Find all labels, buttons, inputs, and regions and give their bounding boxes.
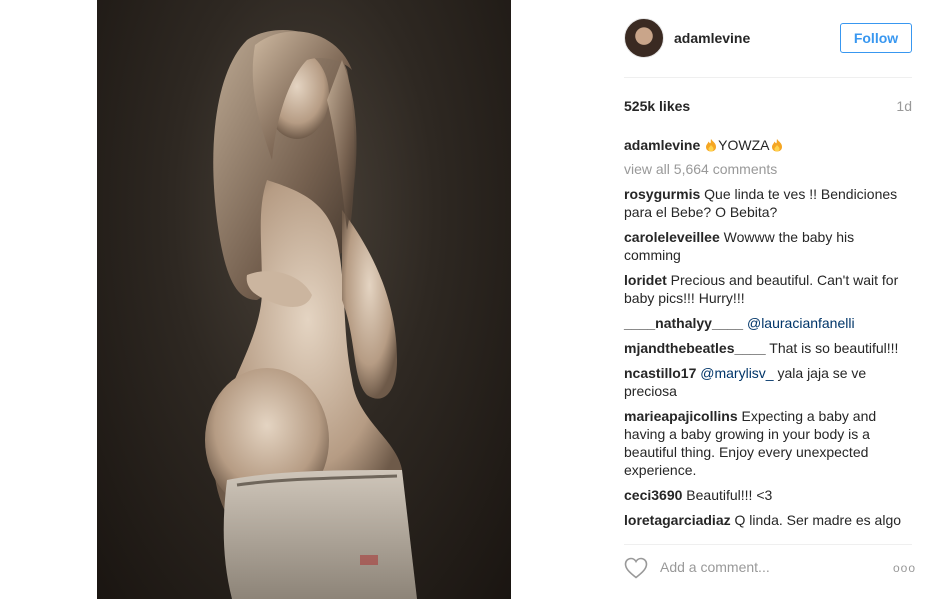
caption-username[interactable]: adamlevine [624, 137, 700, 153]
comment-username[interactable]: loretagarciadiaz [624, 512, 731, 528]
comment-item: rosygurmis Que linda te ves !! Bendicion… [624, 185, 914, 221]
likes-count[interactable]: 525k likes [624, 98, 690, 114]
author-username[interactable]: adamlevine [674, 30, 750, 46]
post-details: adamlevine Follow 525k likes 1d adamlevi… [607, 0, 927, 599]
comment-item: caroleleveillee Wowww the baby his commi… [624, 228, 914, 264]
comment-item: loretagarciadiaz Q linda. Ser madre es a… [624, 511, 914, 529]
post-age[interactable]: 1d [896, 98, 912, 114]
divider [624, 77, 912, 78]
caption: adamlevine YOWZA [624, 136, 914, 154]
comment-username[interactable]: rosygurmis [624, 186, 700, 202]
comment-mention[interactable]: @lauracianfanelli [747, 315, 855, 331]
comment-item: mjandthebeatles____ That is so beautiful… [624, 339, 914, 357]
comment-username[interactable]: ncastillo17 [624, 365, 696, 381]
comment-username[interactable]: loridet [624, 272, 667, 288]
add-comment-input[interactable]: Add a comment... [660, 559, 770, 575]
comments-list: adamlevine YOWZA view all 5,664 comments… [624, 136, 914, 536]
comment-item: ____nathalyy____ @lauracianfanelli [624, 314, 914, 332]
comment-mention[interactable]: @marylisv_ [700, 365, 773, 381]
fire-emoji-icon [771, 139, 782, 152]
comment-username[interactable]: ceci3690 [624, 487, 682, 503]
comment-username[interactable]: marieapajicollins [624, 408, 738, 424]
comment-username[interactable]: mjandthebeatles____ [624, 340, 766, 356]
more-options-icon[interactable]: ooo [893, 561, 916, 575]
comment-text: Beautiful!!! <3 [686, 487, 773, 503]
post-header: adamlevine Follow [624, 18, 912, 60]
comment-item: loridet Precious and beautiful. Can't wa… [624, 271, 914, 307]
comment-item: ncastillo17 @marylisv_ yala jaja se ve p… [624, 364, 914, 400]
comment-item: ceci3690 Beautiful!!! <3 [624, 486, 914, 504]
avatar[interactable] [624, 18, 664, 58]
comment-username[interactable]: caroleleveillee [624, 229, 720, 245]
divider [624, 544, 912, 545]
comment-text: Q linda. Ser madre es algo [734, 512, 902, 528]
comment-item: marieapajicollins Expecting a baby and h… [624, 407, 914, 479]
fire-emoji-icon [706, 139, 717, 152]
post-photo-image [205, 30, 417, 599]
view-all-comments-link[interactable]: view all 5,664 comments [624, 160, 914, 178]
caption-text: YOWZA [718, 137, 770, 153]
post-photo[interactable] [97, 0, 511, 599]
comment-text: That is so beautiful!!! [769, 340, 899, 356]
comment-username[interactable]: ____nathalyy____ [624, 315, 743, 331]
likes-row: 525k likes 1d [624, 98, 912, 118]
follow-button[interactable]: Follow [840, 23, 912, 53]
heart-icon[interactable] [624, 557, 648, 579]
comment-bar: Add a comment... ooo [624, 549, 916, 587]
